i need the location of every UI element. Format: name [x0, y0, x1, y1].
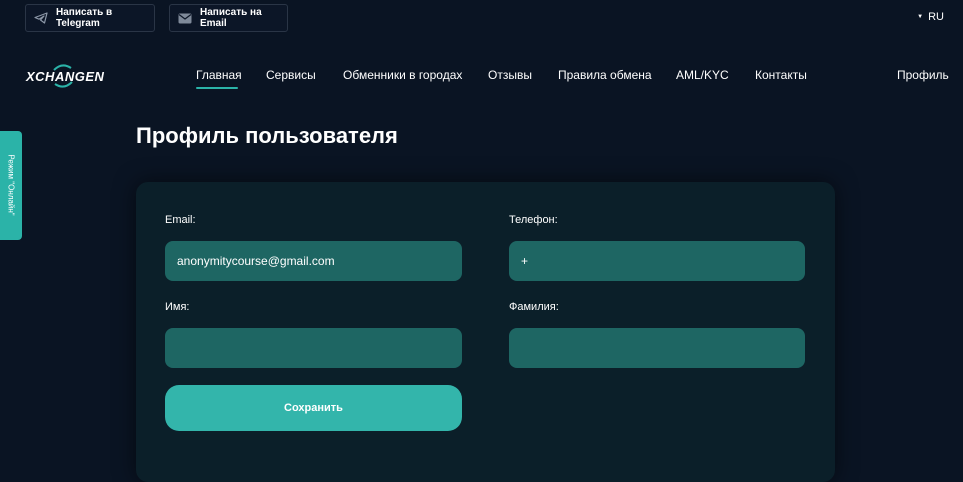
nav-item-home[interactable]: Главная — [196, 68, 242, 82]
phone-label: Телефон: — [509, 214, 558, 226]
nav-item-cities[interactable]: Обменники в городах — [343, 68, 462, 82]
language-selector[interactable]: ▼ RU — [917, 11, 944, 23]
nav-item-contacts[interactable]: Контакты — [755, 68, 807, 82]
email-button[interactable]: Написать на Email — [169, 4, 288, 32]
save-button[interactable]: Сохранить — [165, 385, 462, 431]
nav-item-rules[interactable]: Правила обмена — [558, 68, 652, 82]
nav-item-aml-kyc[interactable]: AML/KYC — [676, 68, 729, 82]
last-name-label: Фамилия: — [509, 301, 559, 313]
nav-item-services[interactable]: Сервисы — [266, 68, 316, 82]
profile-form-card: Email: anonymitycourse@gmail.com Телефон… — [136, 182, 835, 482]
last-name-field[interactable] — [509, 328, 805, 368]
mail-icon — [178, 10, 192, 26]
email-label: Email: — [165, 214, 196, 226]
email-button-label: Написать на Email — [200, 7, 262, 29]
email-field[interactable]: anonymitycourse@gmail.com — [165, 241, 462, 281]
online-mode-label: Режим "Онлайн" — [6, 154, 16, 216]
page-title: Профиль пользователя — [136, 123, 398, 148]
caret-down-icon: ▼ — [917, 14, 924, 20]
nav-item-reviews[interactable]: Отзывы — [488, 68, 532, 82]
telegram-button-label: Написать в Telegram — [56, 7, 113, 29]
phone-field[interactable]: + — [509, 241, 805, 281]
first-name-label: Имя: — [165, 301, 190, 313]
nav-active-underline — [196, 87, 238, 89]
main-nav: Главная Сервисы Обменники в городах Отзы… — [0, 68, 963, 89]
language-label: RU — [928, 11, 944, 23]
telegram-icon — [34, 10, 48, 26]
telegram-button[interactable]: Написать в Telegram — [25, 4, 155, 32]
first-name-field[interactable] — [165, 328, 462, 368]
online-mode-tab[interactable]: Режим "Онлайн" — [0, 131, 22, 240]
nav-item-profile[interactable]: Профиль — [897, 68, 949, 82]
